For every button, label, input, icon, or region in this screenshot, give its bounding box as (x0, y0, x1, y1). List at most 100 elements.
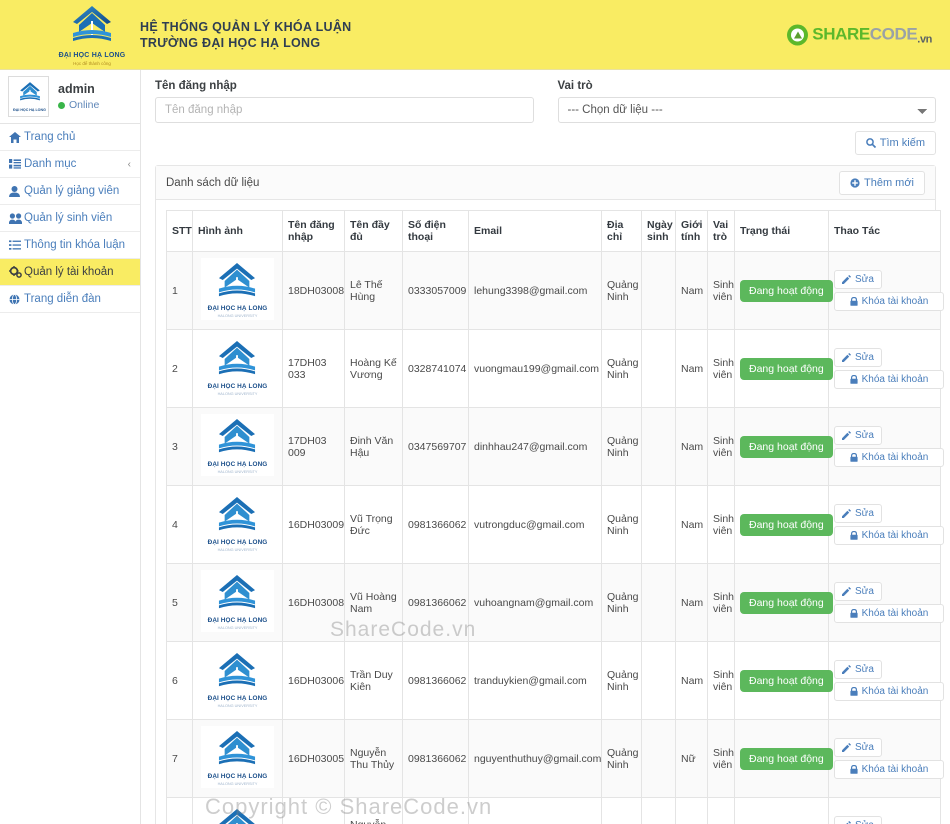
system-title-line1: HỆ THỐNG QUẢN LÝ KHÓA LUẬN (140, 19, 352, 34)
sidebar-item-trang-dien-dan[interactable]: Trang diễn đàn (0, 286, 140, 313)
cell-hinh-anh: HALONG UNIVERSITY ĐẠI HỌC HẠ LONG (192, 797, 283, 824)
brand-block: ĐẠI HỌC HẠ LONG Học để thành công HỆ THỐ… (56, 4, 352, 66)
row-avatar-image: HALONG UNIVERSITY ĐẠI HỌC HẠ LONG (201, 726, 274, 788)
edit-button[interactable]: Sửa (834, 660, 882, 679)
cell-vai-tro: Sinh viên (707, 797, 735, 824)
thumb-logo-sub: HALONG UNIVERSITY (217, 392, 258, 396)
cell-hinh-anh: HALONG UNIVERSITY ĐẠI HỌC HẠ LONG (192, 485, 283, 564)
sidebar-item-label: Danh mục (24, 158, 77, 170)
chevron-left-icon: ‹ (127, 158, 131, 170)
cell-ngay-sinh (641, 641, 676, 720)
status-badge: Đang hoạt động (740, 279, 833, 302)
sidebar-item-label: Trang chủ (24, 131, 76, 143)
username-label: Tên đăng nhập (155, 80, 237, 92)
cell-email: tranduykien@gmail.com (468, 641, 602, 720)
edit-button[interactable]: Sửa (834, 426, 882, 445)
sidebar-item-quan-ly-sinh-vien[interactable]: Quản lý sinh viên (0, 205, 140, 232)
cell-hinh-anh: HALONG UNIVERSITY ĐẠI HỌC HẠ LONG (192, 719, 283, 798)
cell-stt: 3 (166, 407, 193, 486)
add-new-button[interactable]: Thêm mới (839, 170, 925, 195)
page-body: ĐẠI HỌC HẠ LONG admin Online Trang chủ D… (0, 70, 950, 824)
cell-dia-chi: Quảng Ninh (601, 563, 642, 642)
cell-trang-thai: Đang hoạt động (734, 797, 829, 824)
lock-account-button[interactable]: Khóa tài khoản (834, 526, 944, 545)
cell-stt: 8 (166, 797, 193, 824)
edit-button-label: Sửa (855, 430, 874, 441)
cell-ten-day-du: Lê Thế Hùng (344, 251, 403, 330)
sidebar-item-label: Thông tin khóa luận (24, 239, 126, 251)
cell-trang-thai: Đang hoạt động (734, 251, 833, 330)
edit-button[interactable]: Sửa (834, 504, 882, 523)
edit-button-label: Sửa (855, 742, 874, 753)
cell-ten-dang-nhap: 17DH03 033 (282, 329, 345, 408)
thumb-logo-text: ĐẠI HỌC HẠ LONG (207, 773, 268, 780)
panel-header: Danh sách dữ liệu Thêm mới (156, 166, 935, 200)
edit-button[interactable]: Sửa (834, 270, 882, 289)
edit-button[interactable]: Sửa (834, 816, 882, 824)
add-new-button-label: Thêm mới (864, 176, 914, 189)
sidebar-item-quan-ly-giang-vien[interactable]: Quản lý giảng viên (0, 178, 140, 205)
edit-button[interactable]: Sửa (834, 348, 882, 367)
cell-so-dien-thoai: 0981366062 (402, 485, 469, 564)
cell-thao-tac: Sửa Khóa tài khoản (828, 329, 944, 408)
cell-ten-dang-nhap: 16DH03009 (282, 485, 345, 564)
col-email: Email (468, 210, 602, 252)
cell-vai-tro: Sinh viên (707, 485, 735, 564)
status-badge: Đang hoạt động (740, 747, 833, 770)
col-trang-thai: Trạng thái (734, 210, 829, 252)
sidebar-item-quan-ly-tai-khoan[interactable]: Quản lý tài khoản (0, 259, 140, 286)
lock-button-label: Khóa tài khoản (861, 686, 929, 697)
user-name: admin (58, 82, 95, 96)
edit-button[interactable]: Sửa (834, 738, 882, 757)
lock-account-button[interactable]: Khóa tài khoản (834, 448, 944, 467)
cell-hinh-anh: HALONG UNIVERSITY ĐẠI HỌC HẠ LONG (192, 407, 283, 486)
cell-gioi-tinh: Nam (675, 485, 708, 564)
edit-button-label: Sửa (855, 820, 874, 824)
cell-gioi-tinh: Nữ (675, 719, 708, 798)
col-ngay-sinh: Ngày sinh (641, 210, 676, 252)
cell-ten-day-du: Vũ Trọng Đức (344, 485, 403, 564)
lock-account-button[interactable]: Khóa tài khoản (834, 604, 944, 623)
cell-hinh-anh: HALONG UNIVERSITY ĐẠI HỌC HẠ LONG (192, 641, 283, 720)
cell-gioi-tinh: Nam (675, 251, 708, 330)
thumb-logo-sub: HALONG UNIVERSITY (217, 782, 258, 786)
sidebar-item-danh-muc[interactable]: Danh mục ‹ (0, 151, 140, 178)
row-avatar-image: HALONG UNIVERSITY ĐẠI HỌC HẠ LONG (201, 648, 274, 710)
app-root: ĐẠI HỌC HẠ LONG Học để thành công HỆ THỐ… (0, 0, 950, 824)
cell-dia-chi: Quảng Ninh (601, 797, 642, 824)
cell-stt: 2 (166, 329, 193, 408)
edit-button[interactable]: Sửa (834, 582, 882, 601)
lock-account-button[interactable]: Khóa tài khoản (834, 370, 944, 389)
status-badge: Đang hoạt động (740, 669, 833, 692)
cell-hinh-anh: HALONG UNIVERSITY ĐẠI HỌC HẠ LONG (192, 329, 283, 408)
cell-so-dien-thoai: 0347569707 (402, 407, 469, 486)
col-ten-dang-nhap: Tên đăng nhập (282, 210, 345, 252)
cell-ngay-sinh (641, 329, 676, 408)
search-button[interactable]: Tìm kiếm (854, 131, 936, 155)
cell-ten-dang-nhap: 18DH03008 (282, 251, 345, 330)
cell-trang-thai: Đang hoạt động (734, 485, 833, 564)
cell-vai-tro: Sinh viên (707, 407, 735, 486)
sidebar-item-trang-chu[interactable]: Trang chủ (0, 124, 140, 151)
edit-button-label: Sửa (855, 274, 874, 285)
sidebar-item-thong-tin-khoa-luan[interactable]: Thông tin khóa luận (0, 232, 140, 259)
cell-ngay-sinh (641, 407, 676, 486)
cell-thao-tac: Sửa Khóa tài khoản (828, 407, 944, 486)
cell-gioi-tinh: Nam (675, 329, 708, 408)
sidebar-user-card[interactable]: ĐẠI HỌC HẠ LONG admin Online (0, 70, 140, 124)
cell-stt: 5 (166, 563, 193, 642)
table-row: 1 HALONG UNIVERSITY ĐẠI HỌC HẠ LONG 18DH… (166, 251, 944, 330)
role-select[interactable]: --- Chọn dữ liệu --- (557, 97, 936, 123)
cell-vai-tro: Sinh viên (707, 251, 735, 330)
users-icon (9, 212, 24, 224)
row-avatar-image: HALONG UNIVERSITY ĐẠI HỌC HẠ LONG (201, 336, 274, 398)
list-icon (9, 159, 24, 169)
search-username-input[interactable] (155, 97, 534, 123)
lock-account-button[interactable]: Khóa tài khoản (834, 682, 944, 701)
lock-account-button[interactable]: Khóa tài khoản (834, 760, 944, 779)
cell-hinh-anh: HALONG UNIVERSITY ĐẠI HỌC HẠ LONG (192, 251, 283, 330)
lock-account-button[interactable]: Khóa tài khoản (834, 292, 944, 311)
status-badge: Đang hoạt động (740, 591, 833, 614)
cell-gioi-tinh: Nam (675, 563, 708, 642)
plus-circle-icon (850, 177, 860, 188)
